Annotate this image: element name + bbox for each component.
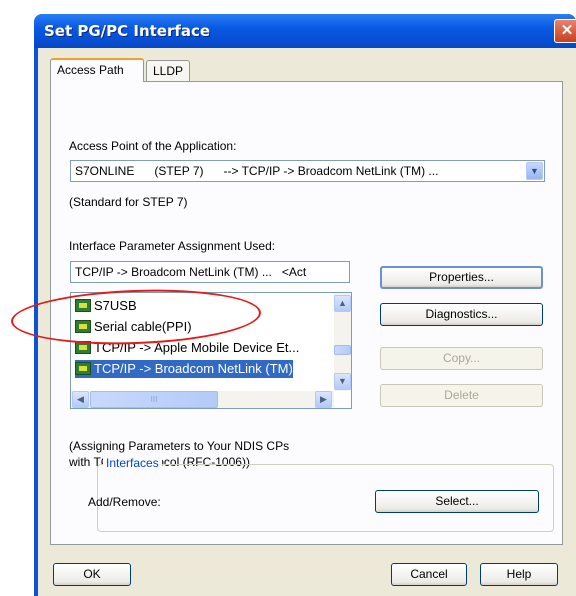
help-button[interactable]: Help xyxy=(480,563,558,586)
close-icon: ✕ xyxy=(560,22,574,39)
vertical-scrollbar[interactable]: ▲ ▼ xyxy=(334,293,351,391)
copy-button[interactable]: Copy... xyxy=(380,347,543,370)
network-card-icon xyxy=(75,320,91,333)
interface-param-value: TCP/IP -> Broadcom NetLink (TM) ... <Act xyxy=(75,265,307,279)
select-button[interactable]: Select... xyxy=(375,490,539,513)
interface-param-label: Interface Parameter Assignment Used: xyxy=(69,239,276,253)
list-item-s7usb[interactable]: S7USB xyxy=(75,297,137,315)
access-point-combobox[interactable]: S7ONLINE (STEP 7) --> TCP/IP -> Broadcom… xyxy=(70,160,545,182)
scroll-down-icon[interactable]: ▼ xyxy=(334,373,351,390)
list-item-label: S7USB xyxy=(94,298,137,313)
title-bar[interactable]: Set PG/PC Interface ✕ xyxy=(34,14,576,48)
tab-access-path[interactable]: Access Path xyxy=(50,58,144,82)
add-remove-label: Add/Remove: xyxy=(88,495,161,509)
properties-button[interactable]: Properties... xyxy=(380,266,543,289)
scroll-left-icon[interactable]: ◀ xyxy=(72,391,89,408)
list-item-broadcom-netlink[interactable]: TCP/IP -> Broadcom NetLink (TM) xyxy=(75,360,293,378)
horizontal-scrollbar[interactable]: ◀ III ▶ xyxy=(71,391,334,408)
network-card-icon xyxy=(75,299,91,312)
list-item-serial-cable[interactable]: Serial cable(PPI) xyxy=(75,318,192,336)
scroll-right-icon[interactable]: ▶ xyxy=(315,391,332,408)
scroll-up-icon[interactable]: ▲ xyxy=(334,295,351,312)
close-button[interactable]: ✕ xyxy=(554,19,576,43)
window-title: Set PG/PC Interface xyxy=(44,22,211,40)
interface-list[interactable]: S7USB Serial cable(PPI) TCP/IP -> Apple … xyxy=(70,292,352,409)
cancel-button[interactable]: Cancel xyxy=(391,563,467,586)
delete-button[interactable]: Delete xyxy=(380,384,543,407)
chevron-down-icon[interactable]: ▼ xyxy=(526,162,543,180)
list-item-label: TCP/IP -> Apple Mobile Device Et... xyxy=(94,340,300,355)
tab-lldp-label: LLDP xyxy=(153,64,184,78)
network-card-icon xyxy=(75,341,91,354)
access-point-note: (Standard for STEP 7) xyxy=(69,195,188,209)
interface-param-field[interactable]: TCP/IP -> Broadcom NetLink (TM) ... <Act xyxy=(70,261,350,283)
list-item-apple-mobile-device[interactable]: TCP/IP -> Apple Mobile Device Et... xyxy=(75,339,299,357)
description-line-1: (Assigning Parameters to Your NDIS CPs xyxy=(69,439,290,453)
tab-lldp[interactable]: LLDP xyxy=(146,60,190,82)
diagnostics-button[interactable]: Diagnostics... xyxy=(380,303,543,326)
network-card-icon xyxy=(75,362,91,375)
ok-button[interactable]: OK xyxy=(53,563,131,586)
list-item-label: TCP/IP -> Broadcom NetLink (TM) xyxy=(94,361,293,376)
horizontal-scroll-thumb[interactable]: III xyxy=(90,391,218,408)
access-point-value: S7ONLINE (STEP 7) --> TCP/IP -> Broadcom… xyxy=(75,164,439,178)
tab-access-path-label: Access Path xyxy=(57,63,124,77)
vertical-scroll-thumb[interactable] xyxy=(334,345,351,355)
interfaces-group-title: Interfaces xyxy=(103,456,162,470)
list-item-label: Serial cable(PPI) xyxy=(94,319,192,334)
access-point-label: Access Point of the Application: xyxy=(69,139,237,153)
